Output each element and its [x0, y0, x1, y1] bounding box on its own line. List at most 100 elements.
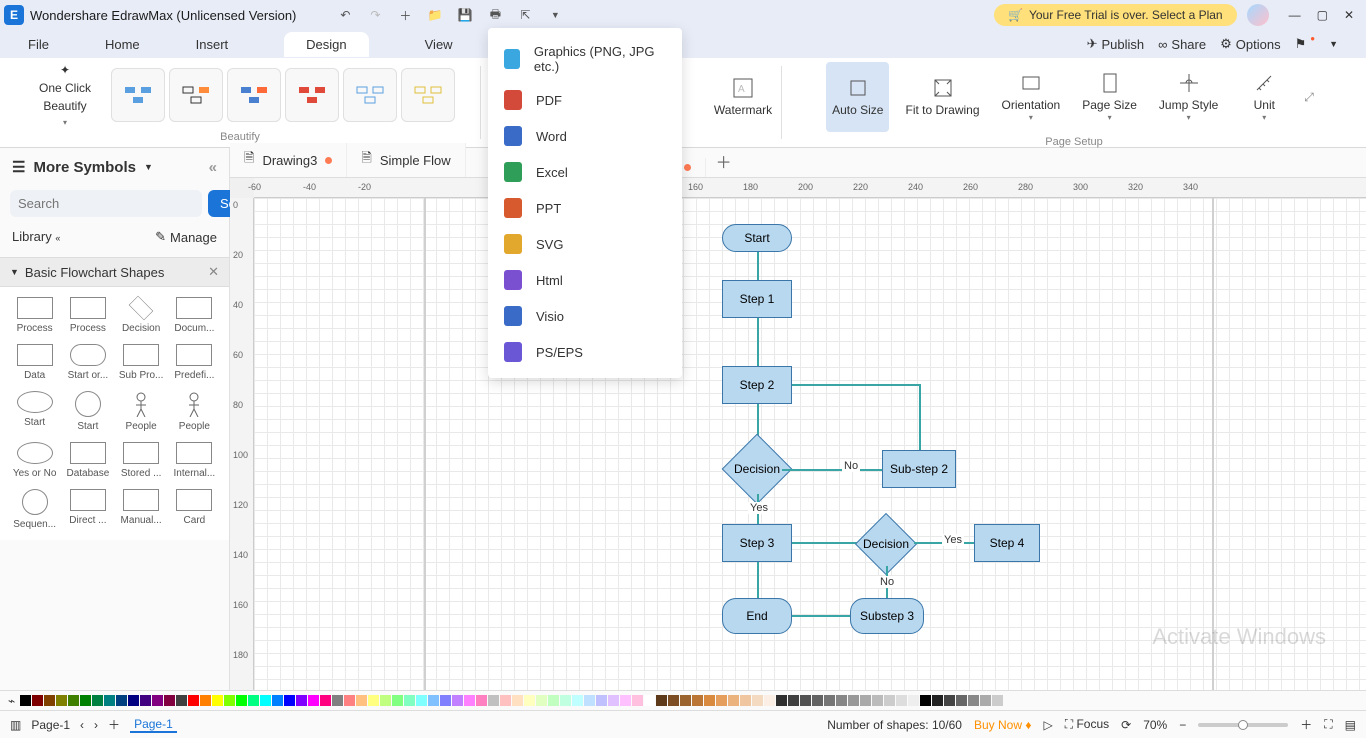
share-button[interactable]: ∞Share — [1158, 37, 1206, 52]
color-swatch[interactable] — [608, 695, 619, 706]
color-swatch[interactable] — [44, 695, 55, 706]
color-swatch[interactable] — [500, 695, 511, 706]
color-swatch[interactable] — [80, 695, 91, 706]
theme-thumb[interactable] — [285, 68, 339, 122]
watermark-button[interactable]: AWatermark — [713, 62, 773, 132]
color-swatch[interactable] — [200, 695, 211, 706]
shape-palette-item[interactable]: Predefi... — [170, 344, 219, 381]
color-swatch[interactable] — [932, 695, 943, 706]
color-swatch[interactable] — [512, 695, 523, 706]
flow-substep3[interactable]: Substep 3 — [850, 598, 924, 634]
sidebar-title[interactable]: More Symbols — [33, 159, 136, 176]
color-swatch[interactable] — [812, 695, 823, 706]
color-swatch[interactable] — [260, 695, 271, 706]
theme-thumb[interactable] — [343, 68, 397, 122]
focus-toggle[interactable]: ⛶ Focus — [1065, 717, 1109, 732]
color-swatch[interactable] — [524, 695, 535, 706]
color-swatch[interactable] — [896, 695, 907, 706]
shape-palette-item[interactable]: Sub Pro... — [117, 344, 166, 381]
color-swatch[interactable] — [140, 695, 151, 706]
color-swatch[interactable] — [716, 695, 727, 706]
color-swatch[interactable] — [560, 695, 571, 706]
shape-palette-item[interactable]: Docum... — [170, 297, 219, 334]
jump-style-button[interactable]: Jump Style — [1153, 62, 1224, 132]
presentation-icon[interactable]: ▷ — [1043, 718, 1052, 732]
eyedropper-icon[interactable]: ⌁ — [8, 694, 15, 708]
color-swatch[interactable] — [320, 695, 331, 706]
page-list-icon[interactable]: ▥ — [10, 718, 21, 732]
zoom-out-button[interactable]: − — [1179, 718, 1186, 732]
document-tab[interactable]: 🗎Drawing3 — [230, 143, 347, 177]
shape-group-header[interactable]: ▼ Basic Flowchart Shapes ✕ — [0, 257, 229, 287]
color-swatch[interactable] — [884, 695, 895, 706]
shape-palette-item[interactable]: Decision — [117, 297, 166, 334]
color-swatch[interactable] — [596, 695, 607, 706]
shape-palette-item[interactable]: Stored ... — [117, 442, 166, 479]
color-swatch[interactable] — [368, 695, 379, 706]
color-swatch[interactable] — [428, 695, 439, 706]
export-menu-item[interactable]: Visio — [488, 298, 682, 334]
color-swatch[interactable] — [296, 695, 307, 706]
export-menu-item[interactable]: Html — [488, 262, 682, 298]
shape-palette-item[interactable]: Manual... — [117, 489, 166, 530]
shape-palette-item[interactable]: People — [170, 391, 219, 432]
color-swatch[interactable] — [32, 695, 43, 706]
export-menu-item[interactable]: SVG — [488, 226, 682, 262]
color-swatch[interactable] — [788, 695, 799, 706]
trial-banner[interactable]: 🛒 Your Free Trial is over. Select a Plan — [994, 4, 1237, 26]
export-menu-item[interactable]: PDF — [488, 82, 682, 118]
color-swatch[interactable] — [800, 695, 811, 706]
zoom-level[interactable]: 70% — [1143, 718, 1167, 732]
menu-home[interactable]: Home — [105, 37, 140, 52]
color-swatch[interactable] — [20, 695, 31, 706]
color-swatch[interactable] — [68, 695, 79, 706]
color-swatch[interactable] — [656, 695, 667, 706]
shape-palette-item[interactable]: Process — [63, 297, 112, 334]
buy-now-link[interactable]: Buy Now ♦ — [974, 718, 1032, 732]
search-input[interactable] — [10, 190, 202, 217]
color-swatch[interactable] — [272, 695, 283, 706]
color-swatch[interactable] — [104, 695, 115, 706]
one-click-beautify-button[interactable]: ✦ One Click Beautify — [25, 63, 105, 127]
next-page-icon[interactable]: › — [94, 718, 98, 732]
color-swatch[interactable] — [632, 695, 643, 706]
theme-thumb[interactable] — [227, 68, 281, 122]
menu-view[interactable]: View — [425, 37, 453, 52]
shape-palette-item[interactable]: Start or... — [63, 344, 112, 381]
refresh-icon[interactable]: ⟳ — [1121, 718, 1131, 732]
color-swatch[interactable] — [668, 695, 679, 706]
color-swatch[interactable] — [236, 695, 247, 706]
theme-thumb[interactable] — [401, 68, 455, 122]
export-menu-item[interactable]: Graphics (PNG, JPG etc.) — [488, 36, 682, 82]
shape-palette-item[interactable]: People — [117, 391, 166, 432]
color-swatch[interactable] — [536, 695, 547, 706]
library-link[interactable]: Library « — [12, 229, 60, 245]
canvas[interactable]: Start Step 1 Step 2 Decision No Sub-step… — [254, 198, 1366, 690]
export-icon[interactable]: ⇱ — [516, 6, 534, 24]
color-swatch[interactable] — [740, 695, 751, 706]
flow-start[interactable]: Start — [722, 224, 792, 252]
shape-palette-item[interactable]: Internal... — [170, 442, 219, 479]
beautify-theme-gallery[interactable] — [111, 68, 455, 122]
minimize-icon[interactable]: — — [1289, 8, 1301, 22]
color-swatch[interactable] — [944, 695, 955, 706]
color-swatch[interactable] — [440, 695, 451, 706]
zoom-in-button[interactable]: ＋ — [1300, 716, 1312, 733]
shape-palette-item[interactable]: Yes or No — [10, 442, 59, 479]
print-icon[interactable]: 🖶 — [486, 6, 504, 24]
shape-palette-item[interactable]: Card — [170, 489, 219, 530]
theme-thumb[interactable] — [111, 68, 165, 122]
color-swatch[interactable] — [752, 695, 763, 706]
color-swatch[interactable] — [404, 695, 415, 706]
shape-palette-item[interactable]: Sequen... — [10, 489, 59, 530]
color-swatch[interactable] — [128, 695, 139, 706]
page-nav[interactable]: Page-1 — [31, 718, 70, 732]
color-swatch[interactable] — [764, 695, 775, 706]
color-swatch[interactable] — [248, 695, 259, 706]
manage-link[interactable]: ✎Manage — [155, 229, 217, 245]
color-swatch[interactable] — [728, 695, 739, 706]
color-swatch[interactable] — [464, 695, 475, 706]
color-swatch[interactable] — [824, 695, 835, 706]
color-swatch[interactable] — [644, 695, 655, 706]
color-swatch[interactable] — [356, 695, 367, 706]
